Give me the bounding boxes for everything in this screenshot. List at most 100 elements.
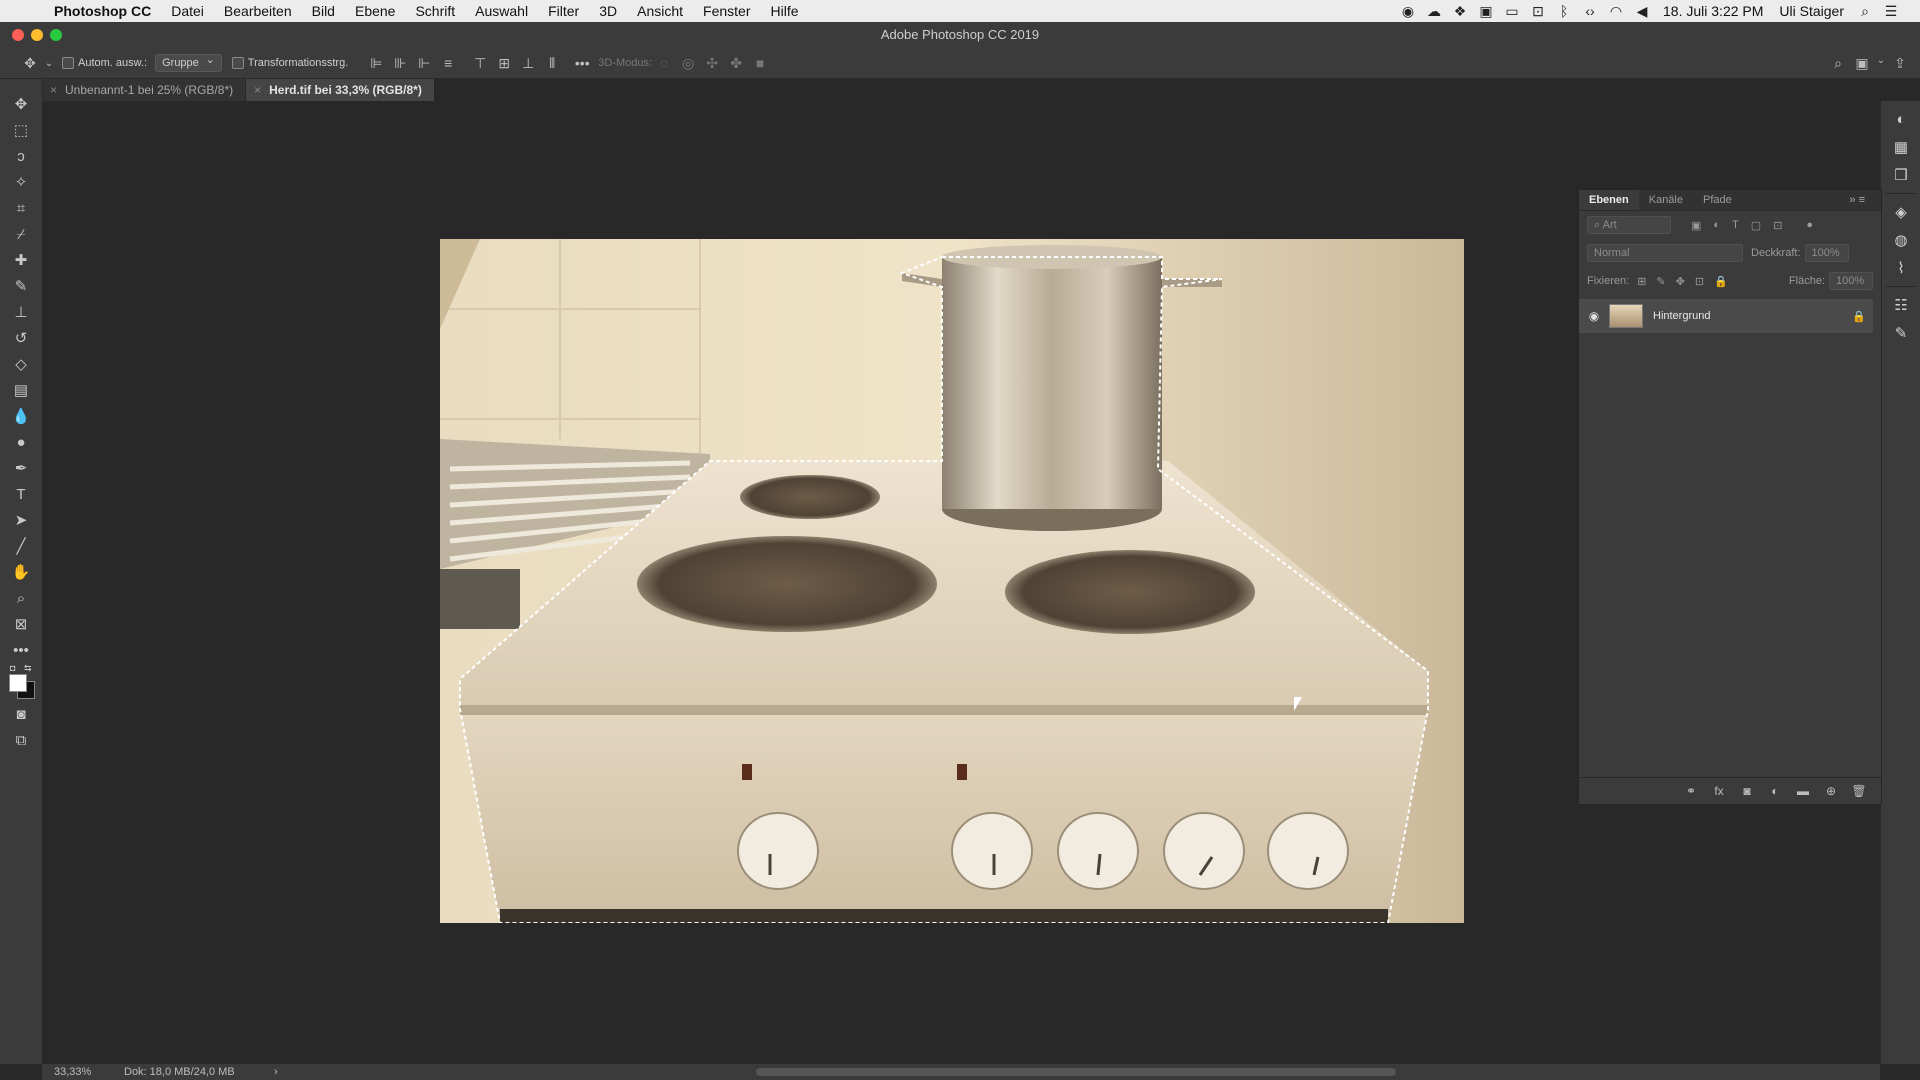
- wifi-icon[interactable]: ◠: [1603, 3, 1629, 20]
- marquee-tool-icon[interactable]: ⬚: [0, 117, 42, 143]
- auto-select-checkbox[interactable]: [62, 57, 74, 69]
- layer-row-hintergrund[interactable]: ◉ Hintergrund 🔒: [1579, 299, 1873, 333]
- align-top-icon[interactable]: ⊤: [468, 55, 492, 72]
- record-icon[interactable]: ◉: [1395, 3, 1421, 20]
- adjustment-layer-icon[interactable]: ◐: [1761, 784, 1789, 798]
- tab-unbenannt[interactable]: × Unbenannt-1 bei 25% (RGB/8*): [42, 79, 247, 101]
- filter-toggle-icon[interactable]: ●: [1806, 219, 1813, 231]
- user-name[interactable]: Uli Staiger: [1771, 3, 1852, 19]
- type-tool-icon[interactable]: T: [0, 481, 42, 507]
- menu-photoshop[interactable]: Photoshop CC: [54, 0, 161, 22]
- history-brush-tool-icon[interactable]: ↺: [0, 325, 42, 351]
- align-bottom-icon[interactable]: ⊥: [516, 55, 540, 72]
- healing-brush-tool-icon[interactable]: ✚: [0, 247, 42, 273]
- workspace-dropdown-icon[interactable]: ⌄: [1874, 55, 1888, 72]
- gradient-tool-icon[interactable]: ▤: [0, 377, 42, 403]
- color-panel-icon[interactable]: ◐: [1881, 105, 1920, 133]
- close-tab-icon[interactable]: ×: [254, 83, 261, 97]
- swap-colors-icon[interactable]: ⇆: [24, 663, 32, 674]
- blend-mode-dropdown[interactable]: Normal: [1587, 244, 1743, 262]
- layers-panel-icon[interactable]: ◈: [1881, 198, 1920, 226]
- filter-smartobject-icon[interactable]: ⊡: [1773, 219, 1782, 232]
- pen-tool-icon[interactable]: ✒: [0, 455, 42, 481]
- status-arrow-icon[interactable]: ›: [274, 1066, 294, 1078]
- new-group-icon[interactable]: ▬: [1789, 784, 1817, 798]
- path-selection-tool-icon[interactable]: ➤: [0, 507, 42, 533]
- visibility-eye-icon[interactable]: ◉: [1579, 309, 1609, 323]
- menu-hilfe[interactable]: Hilfe: [761, 0, 809, 22]
- align-middle-icon[interactable]: ⊞: [492, 55, 516, 72]
- zoom-tool-icon[interactable]: ⌕: [0, 585, 42, 611]
- code-icon[interactable]: ‹›: [1577, 3, 1603, 19]
- spotlight-search-icon[interactable]: ⌕: [1852, 3, 1878, 20]
- creative-cloud-icon[interactable]: ☁: [1421, 3, 1447, 20]
- brush-tool-icon[interactable]: ✎: [0, 273, 42, 299]
- dodge-tool-icon[interactable]: ●: [0, 429, 42, 455]
- fill-input[interactable]: 100%: [1829, 272, 1873, 290]
- app-status-icon[interactable]: ▣: [1473, 3, 1499, 20]
- align-right-icon[interactable]: ⊩: [412, 55, 436, 72]
- distribute-vertical-icon[interactable]: ⦀: [540, 55, 564, 72]
- airplay-icon[interactable]: ⊡: [1525, 3, 1551, 20]
- brush-settings-panel-icon[interactable]: ✎: [1881, 319, 1920, 347]
- color-swatches[interactable]: ◘ ⇆: [0, 663, 42, 701]
- lock-transparent-icon[interactable]: ⊞: [1637, 275, 1646, 288]
- channels-panel-icon[interactable]: ◍: [1881, 226, 1920, 254]
- new-layer-icon[interactable]: ⊕: [1817, 784, 1845, 798]
- hand-tool-icon[interactable]: ✋: [0, 559, 42, 585]
- volume-icon[interactable]: ◀: [1629, 3, 1655, 20]
- default-colors-icon[interactable]: ◘: [10, 663, 15, 673]
- menu-filter[interactable]: Filter: [538, 0, 589, 22]
- display-icon[interactable]: ▭: [1499, 3, 1525, 20]
- tab-kanaele[interactable]: Kanäle: [1639, 190, 1693, 210]
- notification-center-icon[interactable]: ☰: [1878, 3, 1904, 20]
- line-tool-icon[interactable]: ╱: [0, 533, 42, 559]
- tab-herd[interactable]: × Herd.tif bei 33,3% (RGB/8*): [246, 79, 435, 101]
- swatches-panel-icon[interactable]: ▦: [1881, 133, 1920, 161]
- more-tools-icon[interactable]: •••: [0, 637, 42, 663]
- paths-panel-icon[interactable]: ⌇: [1881, 254, 1920, 282]
- menu-schrift[interactable]: Schrift: [405, 0, 465, 22]
- align-center-icon[interactable]: ⊪: [388, 55, 412, 72]
- menu-fenster[interactable]: Fenster: [693, 0, 760, 22]
- magic-wand-tool-icon[interactable]: ✧: [0, 169, 42, 195]
- filter-type-icon[interactable]: T: [1732, 219, 1739, 231]
- link-layers-icon[interactable]: ⚭: [1677, 784, 1705, 798]
- workspace-icon[interactable]: ▣: [1850, 55, 1874, 72]
- close-tab-icon[interactable]: ×: [50, 83, 57, 97]
- layer-style-icon[interactable]: fx: [1705, 784, 1733, 798]
- move-tool-icon[interactable]: ✥: [0, 91, 42, 117]
- lock-artboard-icon[interactable]: ⊡: [1695, 275, 1704, 288]
- distribute-icon[interactable]: ≡: [436, 55, 460, 71]
- delete-layer-icon[interactable]: 🗑: [1845, 784, 1873, 798]
- screen-mode-icon[interactable]: ⧉: [0, 727, 42, 753]
- more-options-icon[interactable]: •••: [570, 55, 594, 71]
- eraser-tool-icon[interactable]: ◇: [0, 351, 42, 377]
- horizontal-scrollbar[interactable]: [756, 1068, 1396, 1076]
- filter-type-dropdown[interactable]: ⌕ Art: [1587, 216, 1671, 234]
- zoom-level[interactable]: 33,33%: [42, 1066, 124, 1078]
- lock-all-icon[interactable]: 🔒: [1714, 275, 1728, 288]
- share-icon[interactable]: ⇪: [1888, 55, 1912, 72]
- lock-image-icon[interactable]: ✎: [1656, 275, 1665, 288]
- 3d-slide-icon[interactable]: ✤: [724, 55, 748, 72]
- foreground-color-swatch[interactable]: [9, 674, 27, 692]
- blur-tool-icon[interactable]: 💧: [0, 403, 42, 429]
- tab-ebenen[interactable]: Ebenen: [1579, 190, 1639, 210]
- opacity-input[interactable]: 100%: [1804, 244, 1849, 262]
- quick-mask-icon[interactable]: ◙: [0, 701, 42, 727]
- filter-adjustment-icon[interactable]: ◐: [1713, 219, 1720, 231]
- auto-select-dropdown[interactable]: Gruppe: [155, 53, 222, 72]
- menu-auswahl[interactable]: Auswahl: [465, 0, 538, 22]
- menu-3d[interactable]: 3D: [589, 0, 627, 22]
- bluetooth-icon[interactable]: ᛒ: [1551, 3, 1577, 19]
- panel-menu-icon[interactable]: » ≡: [1839, 190, 1875, 210]
- layer-lock-icon[interactable]: 🔒: [1845, 310, 1873, 323]
- add-mask-icon[interactable]: ◙: [1733, 784, 1761, 798]
- lasso-tool-icon[interactable]: ↄ: [0, 143, 42, 169]
- clock[interactable]: 18. Juli 3:22 PM: [1655, 3, 1771, 19]
- search-icon[interactable]: ⌕: [1826, 55, 1850, 72]
- crop-tool-icon[interactable]: ⌗: [0, 195, 42, 221]
- menu-datei[interactable]: Datei: [161, 0, 214, 22]
- stamp-tool-icon[interactable]: ⊥: [0, 299, 42, 325]
